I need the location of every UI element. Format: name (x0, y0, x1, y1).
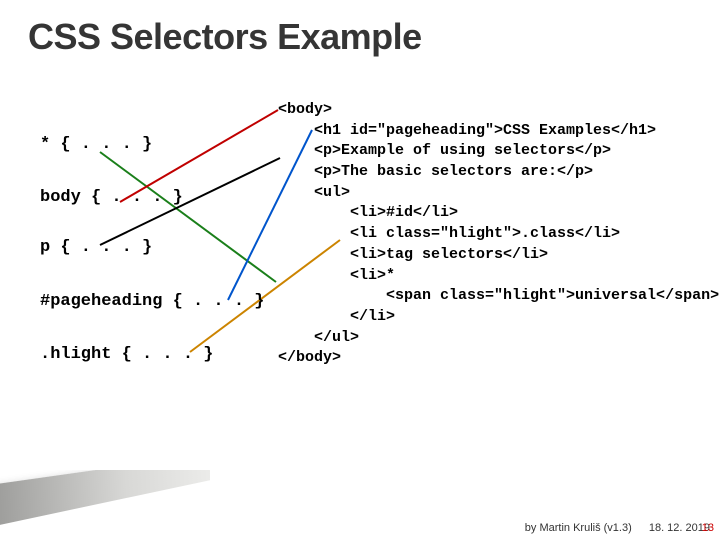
page-number: 13 (690, 522, 714, 534)
css-selector-1: body { . . . } (40, 188, 183, 207)
css-selector-2: p { . . . } (40, 238, 152, 257)
css-selector-3: #pageheading { . . . } (40, 292, 264, 311)
page-title: CSS Selectors Example (0, 0, 720, 58)
css-selector-0: * { . . . } (40, 135, 152, 154)
css-selector-4: .hlight { . . . } (40, 345, 213, 364)
content-area: * { . . . } body { . . . } p { . . . } #pag… (0, 100, 720, 470)
footer-author: by Martin Kruliš (v1.3) (525, 522, 632, 534)
footer: by Martin Kruliš (v1.3) 18. 12. 2019 (525, 522, 710, 534)
decorative-wedge (0, 470, 210, 540)
html-code-block: <body> <h1 id="pageheading">CSS Examples… (278, 100, 719, 369)
